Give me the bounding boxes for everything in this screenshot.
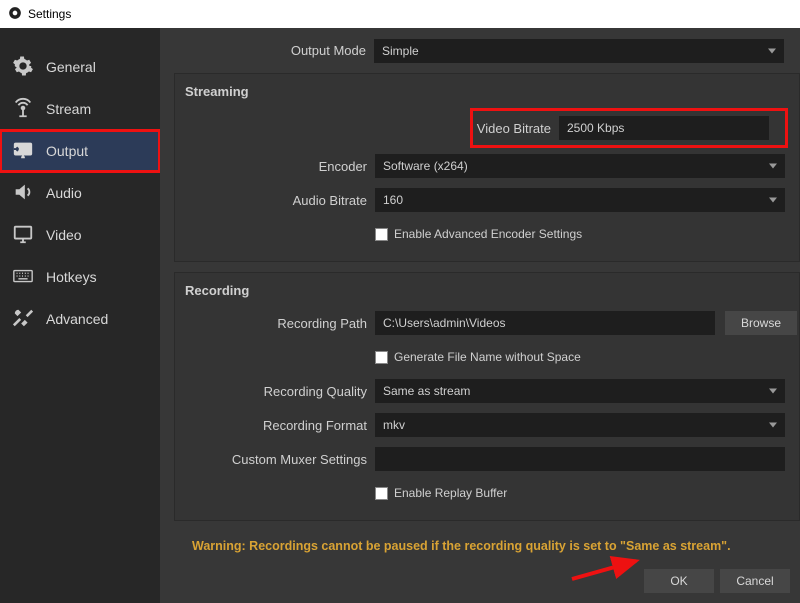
annotation-arrow-icon	[570, 555, 650, 585]
recording-title: Recording	[175, 281, 799, 308]
ok-button[interactable]: OK	[644, 569, 714, 593]
sidebar-item-audio[interactable]: Audio	[0, 172, 160, 214]
output-mode-label: Output Mode	[174, 43, 374, 58]
streaming-title: Streaming	[175, 82, 799, 109]
monitor-export-icon	[12, 139, 34, 164]
sidebar-item-label: Hotkeys	[46, 269, 97, 285]
sidebar-item-label: Audio	[46, 185, 82, 201]
sidebar-item-stream[interactable]: Stream	[0, 88, 160, 130]
recording-format-select[interactable]: mkv	[375, 413, 785, 437]
checkbox-label: Enable Replay Buffer	[394, 486, 507, 500]
sidebar-item-output[interactable]: Output	[0, 130, 160, 172]
output-mode-select[interactable]: Simple	[374, 39, 784, 63]
antenna-icon	[12, 97, 34, 122]
monitor-icon	[12, 223, 34, 248]
checkbox-icon	[375, 351, 388, 364]
sidebar-item-label: Output	[46, 143, 88, 159]
titlebar: Settings	[0, 0, 800, 28]
video-bitrate-input[interactable]: 2500 Kbps	[559, 116, 769, 140]
checkbox-label: Generate File Name without Space	[394, 350, 581, 364]
checkbox-icon	[375, 228, 388, 241]
sidebar-item-general[interactable]: General	[0, 46, 160, 88]
window-title: Settings	[28, 7, 71, 21]
encoder-select[interactable]: Software (x264)	[375, 154, 785, 178]
checkbox-label: Enable Advanced Encoder Settings	[394, 227, 582, 241]
tools-icon	[12, 307, 34, 332]
recording-quality-label: Recording Quality	[175, 384, 375, 399]
cancel-button[interactable]: Cancel	[720, 569, 790, 593]
encoder-label: Encoder	[175, 159, 375, 174]
speaker-icon	[12, 181, 34, 206]
replay-buffer-checkbox[interactable]: Enable Replay Buffer	[375, 486, 507, 500]
checkbox-icon	[375, 487, 388, 500]
gear-icon	[12, 55, 34, 80]
sidebar-item-label: Stream	[46, 101, 91, 117]
video-bitrate-label: Video Bitrate	[471, 121, 559, 136]
browse-button[interactable]: Browse	[725, 311, 797, 335]
sidebar: General Stream Output Audio Video Hotkey…	[0, 28, 160, 603]
sidebar-item-label: Video	[46, 227, 82, 243]
gen-filename-checkbox[interactable]: Generate File Name without Space	[375, 350, 581, 364]
sidebar-item-hotkeys[interactable]: Hotkeys	[0, 256, 160, 298]
audio-bitrate-label: Audio Bitrate	[175, 193, 375, 208]
muxer-label: Custom Muxer Settings	[175, 452, 375, 467]
audio-bitrate-select[interactable]: 160	[375, 188, 785, 212]
sidebar-item-advanced[interactable]: Advanced	[0, 298, 160, 340]
recording-format-label: Recording Format	[175, 418, 375, 433]
recording-path-label: Recording Path	[175, 316, 375, 331]
muxer-input[interactable]	[375, 447, 785, 471]
streaming-panel: Streaming Video Bitrate 2500 Kbps Encode…	[174, 73, 800, 262]
advanced-encoder-checkbox[interactable]: Enable Advanced Encoder Settings	[375, 227, 582, 241]
recording-path-input[interactable]	[375, 311, 715, 335]
bottom-bar: OK Cancel	[174, 553, 800, 603]
content-area: Output Mode Simple Streaming Video Bitra…	[160, 28, 800, 603]
sidebar-item-label: General	[46, 59, 96, 75]
keyboard-icon	[12, 265, 34, 290]
sidebar-item-label: Advanced	[46, 311, 108, 327]
warning-text: Warning: Recordings cannot be paused if …	[174, 525, 800, 553]
recording-quality-select[interactable]: Same as stream	[375, 379, 785, 403]
recording-panel: Recording Recording Path Browse Generate…	[174, 272, 800, 521]
app-icon	[8, 6, 22, 23]
sidebar-item-video[interactable]: Video	[0, 214, 160, 256]
